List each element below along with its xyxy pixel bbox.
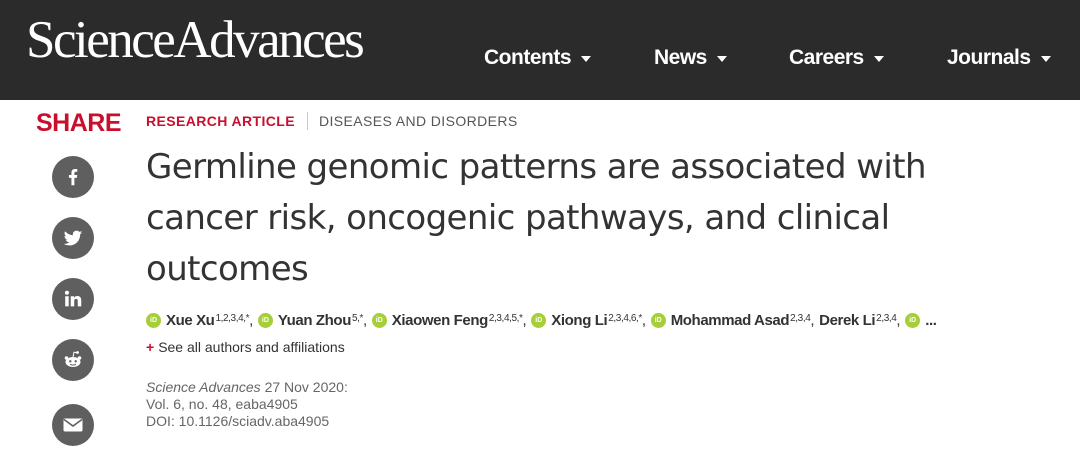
author-item[interactable]: iD Xiong Li 2,3,4,6,*, [531,312,646,329]
plus-icon: + [146,339,155,355]
author-affiliations: 2,3,4,6,* [608,313,642,324]
article-tags: RESEARCH ARTICLE DISEASES AND DISORDERS [146,112,518,130]
orcid-icon[interactable]: iD [905,313,921,328]
nav-contents[interactable]: Contents [484,44,591,72]
doi[interactable]: DOI: 10.1126/sciadv.aba4905 [146,413,348,430]
site-header: ScienceAdvances Contents News Careers Jo… [0,0,1080,100]
see-all-authors-link[interactable]: + See all authors and affiliations [146,339,345,355]
author-affiliations: 2,3,4 [876,313,897,324]
orcid-icon[interactable]: iD [146,313,161,328]
orcid-icon[interactable]: iD [531,313,547,328]
nav-careers-label: Careers [789,46,864,69]
author-item[interactable]: iD Mohammad Asad 2,3,4, [650,312,815,329]
article-type-tag[interactable]: RESEARCH ARTICLE [146,113,295,129]
publication-date: 27 Nov 2020: [264,379,348,395]
citation-info: Science Advances 27 Nov 2020: Vol. 6, no… [146,379,348,430]
author-name: Yuan Zhou [277,312,351,329]
share-facebook-button[interactable] [52,156,94,198]
orcid-icon[interactable]: iD [371,313,387,328]
article-subject-tag[interactable]: DISEASES AND DISORDERS [319,113,518,129]
orcid-icon[interactable]: iD [257,313,273,328]
linkedin-icon [64,290,82,307]
volume-info: Vol. 6, no. 48, eaba4905 [146,396,298,412]
author-affiliations: 1,2,3,4,* [215,313,250,324]
author-affiliations: 2,3,4 [790,313,811,324]
nav-contents-label: Contents [484,46,572,69]
orcid-icon[interactable]: iD [650,313,666,328]
chevron-down-icon [716,56,727,62]
author-item[interactable]: Derek Li 2,3,4, [819,312,900,329]
journal-name[interactable]: Science Advances [146,379,261,395]
nav-careers[interactable]: Careers [789,44,884,72]
author-name: Xiaowen Feng [391,312,488,329]
nav-news-label: News [654,46,707,69]
share-linkedin-button[interactable] [52,278,94,320]
author-name: Xue Xu [166,312,215,329]
author-item[interactable]: iD Yuan Zhou 5,*, [257,312,367,329]
chevron-down-icon [873,56,884,62]
author-item[interactable]: iD Xiaowen Feng 2,3,4,5,*, [371,312,527,329]
author-name: Derek Li [819,312,876,329]
citation-journal-line: Science Advances 27 Nov 2020: [146,379,348,396]
author-affiliations: 5,* [351,313,364,324]
author-list: iD Xue Xu 1,2,3,4,*, iD Yuan Zhou 5,*, i… [146,312,1056,329]
nav-journals-label: Journals [947,46,1031,69]
nav-news[interactable]: News [654,44,727,72]
author-item-truncated[interactable]: iD ... [905,312,937,329]
facebook-icon [68,169,78,186]
authors-more: ... [925,312,937,329]
site-logo[interactable]: ScienceAdvances [26,14,365,67]
author-affiliations: 2,3,4,5,* [488,313,523,324]
share-email-button[interactable] [52,404,94,446]
email-icon [63,418,83,432]
reddit-icon [64,351,82,367]
tag-divider [307,112,308,130]
twitter-icon [63,230,83,246]
chevron-down-icon [581,56,591,62]
share-twitter-button[interactable] [52,217,94,259]
article-title: Germline genomic patterns are associated… [146,147,927,289]
author-name: Xiong Li [551,312,608,329]
chevron-down-icon [1040,56,1051,62]
author-name: Mohammad Asad [670,312,790,329]
share-reddit-button[interactable] [52,339,94,381]
see-all-authors-label: See all authors and affiliations [158,339,345,355]
nav-journals[interactable]: Journals [947,44,1051,72]
author-item[interactable]: iD Xue Xu 1,2,3,4,*, [146,312,253,329]
share-label: SHARE [36,109,122,137]
